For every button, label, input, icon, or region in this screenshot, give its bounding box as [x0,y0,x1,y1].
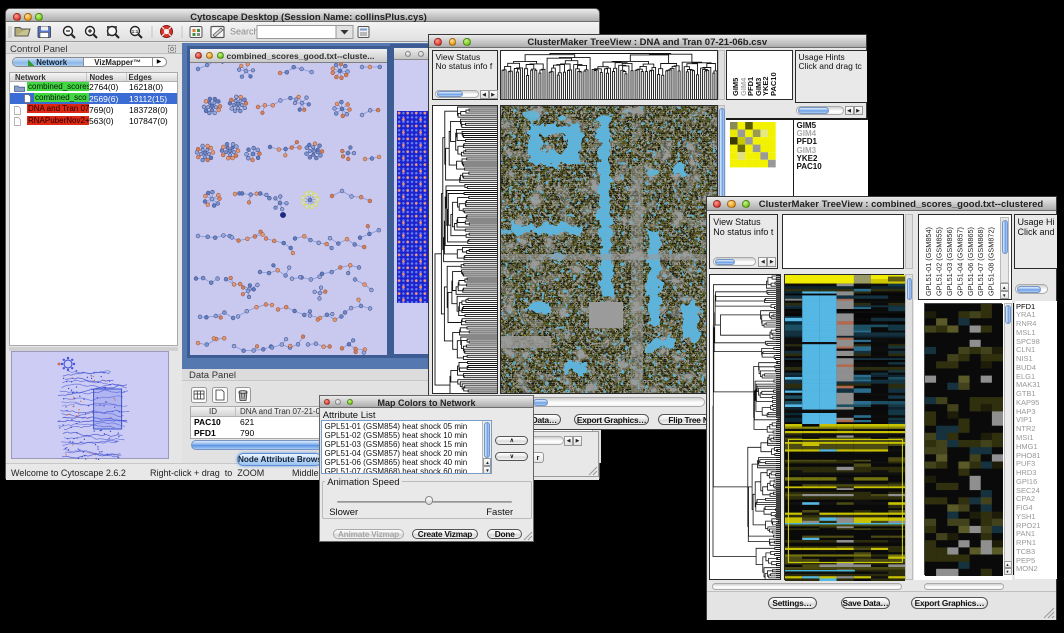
svg-text:GPL51-01 (GSM854): GPL51-01 (GSM854) [924,227,933,296]
svg-text:GPL51-06 (GSM865): GPL51-06 (GSM865) [966,227,975,296]
svg-text:GPL51-04 (GSM857): GPL51-04 (GSM857) [955,227,964,296]
svg-text:Search:: Search: [230,27,261,37]
svg-text:1:1: 1:1 [132,29,139,34]
svg-text:GPL51-02 (GSM855): GPL51-02 (GSM855) [935,227,944,296]
svg-text:GPL51-08 (GSM872): GPL51-08 (GSM872) [987,227,996,296]
svg-text:GPL51-07 (GSM868): GPL51-07 (GSM868) [976,227,985,296]
svg-text:GPL51-03 (GSM856): GPL51-03 (GSM856) [945,227,954,296]
